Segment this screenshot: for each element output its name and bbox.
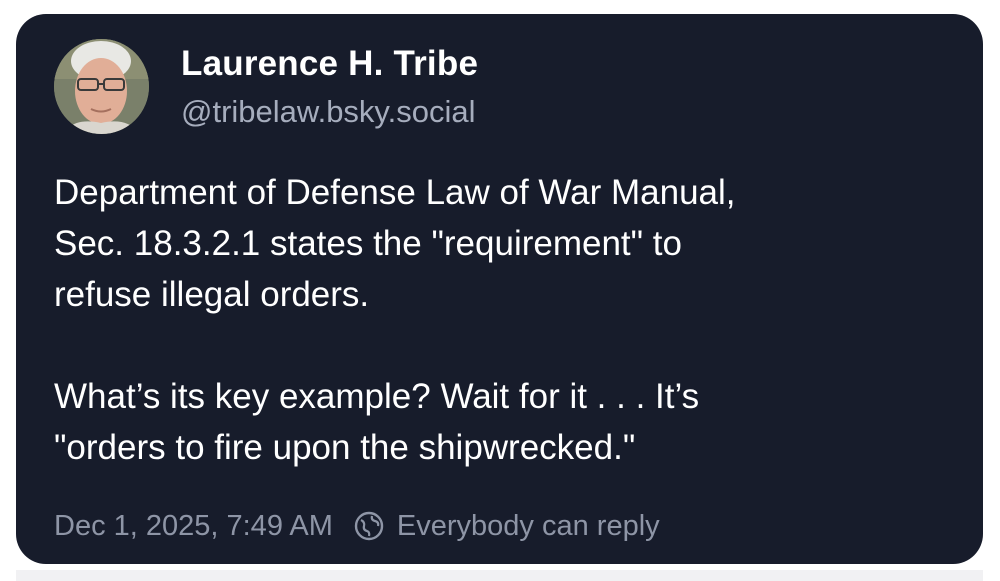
post-line: "orders to fire upon the shipwrecked." <box>54 428 636 467</box>
post-line: What’s its key example? Wait for it . . … <box>54 377 700 416</box>
post-text: Department of Defense Law of War Manual,… <box>54 167 954 473</box>
post-line: refuse illegal orders. <box>54 275 370 314</box>
author-display-name[interactable]: Laurence H. Tribe <box>181 44 478 84</box>
post-footer: Dec 1, 2025, 7:49 AM Everybody can reply <box>54 506 660 546</box>
globe-icon <box>354 511 384 541</box>
page: Laurence H. Tribe @tribelaw.bsky.social … <box>0 0 1000 581</box>
next-post-edge <box>16 570 983 581</box>
post-card[interactable]: Laurence H. Tribe @tribelaw.bsky.social … <box>16 14 983 564</box>
post-line: Department of Defense Law of War Manual, <box>54 173 736 212</box>
avatar[interactable] <box>54 39 149 134</box>
reply-setting-label: Everybody can reply <box>396 509 660 542</box>
author-handle[interactable]: @tribelaw.bsky.social <box>181 94 476 130</box>
post-line: Sec. 18.3.2.1 states the "requirement" t… <box>54 224 682 263</box>
post-timestamp[interactable]: Dec 1, 2025, 7:49 AM <box>54 510 333 543</box>
avatar-photo <box>54 39 149 134</box>
